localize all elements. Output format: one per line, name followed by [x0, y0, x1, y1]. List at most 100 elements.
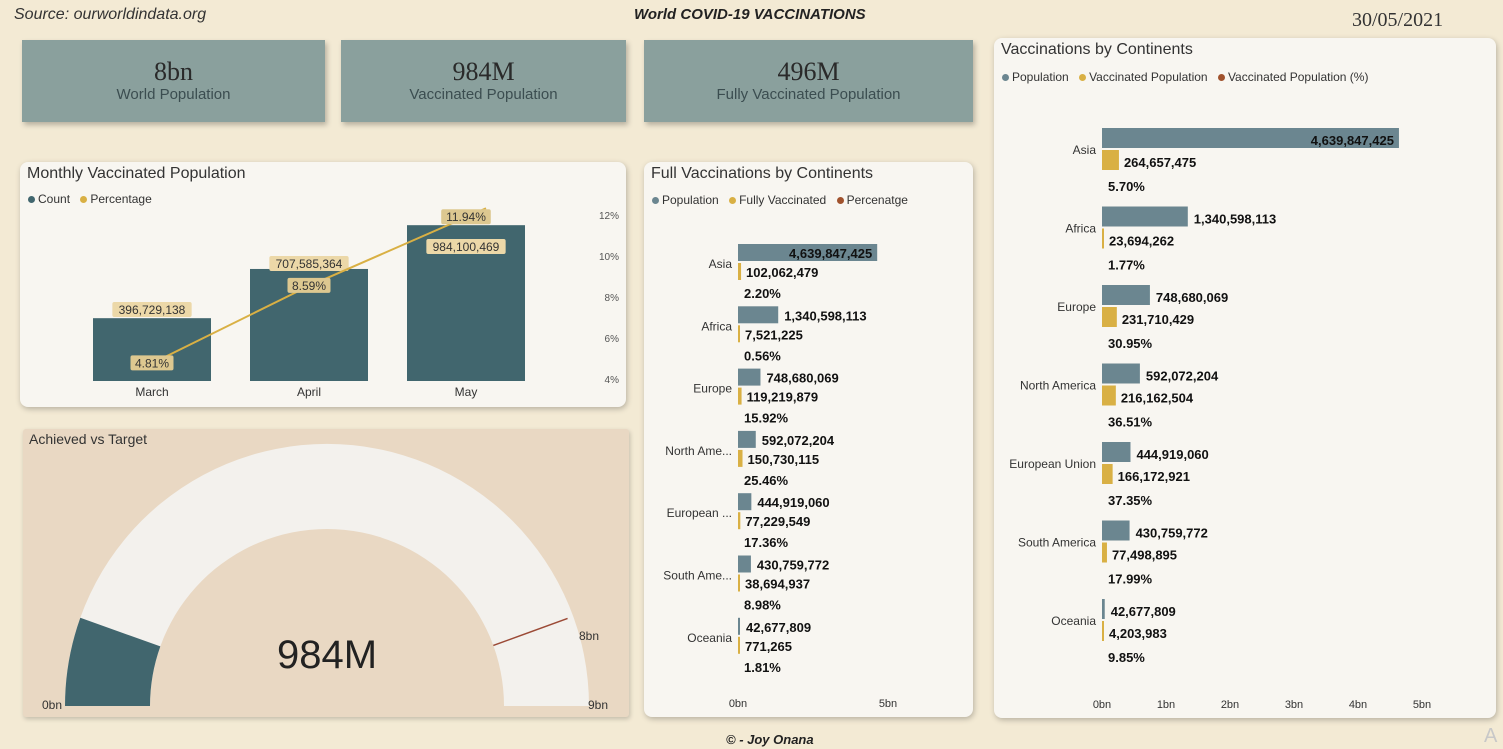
x-tick-label: April: [297, 385, 321, 399]
category-label: Europe: [1057, 300, 1096, 314]
vaccinated-data-label: 231,710,429: [1122, 312, 1194, 327]
vaccinated-bar: [738, 636, 740, 654]
full-vaccinations-card[interactable]: Full Vaccinations by Continents Populati…: [644, 162, 973, 717]
x-tick-label: 0bn: [729, 698, 747, 710]
y2-tick-label: 8%: [605, 293, 620, 304]
kpi-value: 984M: [452, 57, 515, 86]
population-bar: [1102, 520, 1130, 541]
x-tick-label: 2bn: [1221, 699, 1239, 711]
vaccinated-bar: [1102, 621, 1104, 641]
vaccinated-data-label: 7,521,225: [745, 327, 803, 342]
population-data-label: 4,639,847,425: [1311, 133, 1394, 148]
percentage-data-label: 1.77%: [1108, 258, 1145, 273]
population-bar: [1102, 206, 1188, 227]
category-label: South America: [1018, 536, 1096, 550]
population-data-label: 444,919,060: [1136, 447, 1208, 462]
population-data-label: 430,759,772: [1136, 526, 1208, 541]
monthly-chart-svg: 4% 6% 8% 10% 12% March April May 396,729,138 707,…: [93, 207, 620, 399]
population-data-label: 42,677,809: [746, 620, 811, 635]
kpi-world-population[interactable]: 8bn World Population: [22, 40, 325, 122]
vaccinated-bar: [1102, 228, 1104, 249]
category-label: European ...: [667, 506, 732, 520]
vaccinated-data-label: 38,694,937: [745, 577, 810, 592]
population-bar: [738, 430, 756, 448]
population-bar: [738, 306, 779, 324]
category-label: North America: [1020, 379, 1096, 393]
vaccinated-data-label: 23,694,262: [1109, 234, 1174, 249]
category-label: Africa: [1065, 222, 1096, 236]
population-bar: [1102, 442, 1131, 462]
percentage-data-label: 9.85%: [1108, 650, 1145, 665]
kpi-label: World Population: [116, 86, 231, 103]
source-label: Source: ourworldindata.org: [14, 6, 207, 23]
category-label: Oceania: [1051, 614, 1096, 628]
kpi-vaccinated-population[interactable]: 984M Vaccinated Population: [341, 40, 626, 122]
vaccinated-data-label: 4,203,983: [1109, 626, 1167, 641]
category-label: Oceania: [687, 631, 732, 645]
achieved-vs-target-card[interactable]: Achieved vs Target 8bn 0bn 9bn 984M: [23, 429, 629, 717]
population-bar: [738, 555, 751, 573]
gauge-min-label: 0bn: [42, 698, 62, 712]
population-data-label: 1,340,598,113: [1194, 212, 1276, 227]
percentage-data-label: 1.81%: [744, 660, 781, 675]
vaccinated-bar: [1102, 385, 1116, 406]
kpi-label: Fully Vaccinated Population: [716, 86, 901, 103]
category-label: Africa: [701, 319, 732, 333]
x-tick-label: 4bn: [1349, 699, 1367, 711]
category-label: Asia: [709, 257, 733, 271]
vaccinated-bar: [738, 325, 740, 343]
vaccinated-data-label: 166,172,921: [1118, 469, 1190, 484]
population-data-label: 592,072,204: [1146, 369, 1219, 384]
kpi-fully-vaccinated-population[interactable]: 496M Fully Vaccinated Population: [644, 40, 973, 122]
y2-tick-label: 12%: [599, 211, 619, 222]
percentage-data-label: 2.20%: [744, 286, 781, 301]
vaccinated-data-label: 264,657,475: [1124, 155, 1196, 170]
percentage-data-label: 30.95%: [1108, 336, 1153, 351]
vaccinated-bar: [738, 263, 742, 280]
population-data-label: 4,639,847,425: [789, 246, 872, 261]
population-data-label: 444,919,060: [757, 495, 829, 510]
count-data-label: 396,729,138: [119, 303, 186, 317]
population-bar: [738, 493, 752, 511]
percentage-data-label: 17.99%: [1108, 572, 1153, 587]
population-data-label: 430,759,772: [757, 558, 829, 573]
percentage-data-label: 37.35%: [1108, 493, 1153, 508]
category-label: European Union: [1009, 457, 1096, 471]
percentage-data-label: 36.51%: [1108, 415, 1153, 430]
vaccinated-data-label: 150,730,115: [748, 452, 820, 467]
x-tick-label: May: [455, 385, 478, 399]
population-data-label: 592,072,204: [762, 433, 835, 448]
gauge-chart-svg: 8bn 0bn 9bn 984M: [42, 443, 608, 712]
percentage-data-label: 4.81%: [135, 356, 169, 370]
y2-tick-label: 10%: [599, 252, 619, 263]
vaccinated-bar: [1102, 542, 1107, 563]
vaccinated-bar: [738, 512, 741, 530]
vaccinated-bar: [738, 449, 743, 467]
x-tick-label: 1bn: [1157, 699, 1175, 711]
category-label: North Ame...: [665, 444, 732, 458]
population-data-label: 748,680,069: [1156, 290, 1228, 305]
vaccinated-bar: [738, 387, 742, 405]
vaccinated-bar: [1102, 307, 1117, 327]
population-bar: [1102, 599, 1105, 619]
kpi-value: 8bn: [154, 57, 193, 86]
percentage-data-label: 25.46%: [744, 473, 789, 488]
category-label: Europe: [693, 382, 732, 396]
x-tick-label: March: [135, 385, 168, 399]
x-tick-label: 5bn: [879, 698, 897, 710]
count-data-label: 984,100,469: [433, 240, 500, 254]
percentage-data-label: 8.59%: [292, 279, 326, 293]
population-bar: [1102, 363, 1140, 384]
vaccinated-data-label: 216,162,504: [1121, 391, 1194, 406]
monthly-vaccinated-card[interactable]: Monthly Vaccinated Population Count Perc…: [20, 162, 626, 407]
x-tick-label: 3bn: [1285, 699, 1303, 711]
y2-tick-label: 6%: [605, 334, 620, 345]
gauge-target-label: 8bn: [579, 629, 599, 643]
gauge-value-label: 984M: [277, 633, 377, 677]
full-vaccinations-chart-svg: Asia 4,639,847,425 102,062,479 2.20% Africa 1…: [663, 244, 897, 710]
vaccinations-by-continents-card[interactable]: Vaccinations by Continents Population Va…: [994, 38, 1496, 718]
gauge-max-label: 9bn: [588, 698, 608, 712]
vaccinated-data-label: 77,229,549: [745, 514, 810, 529]
population-data-label: 748,680,069: [766, 371, 838, 386]
vaccinated-data-label: 771,265: [745, 639, 792, 654]
